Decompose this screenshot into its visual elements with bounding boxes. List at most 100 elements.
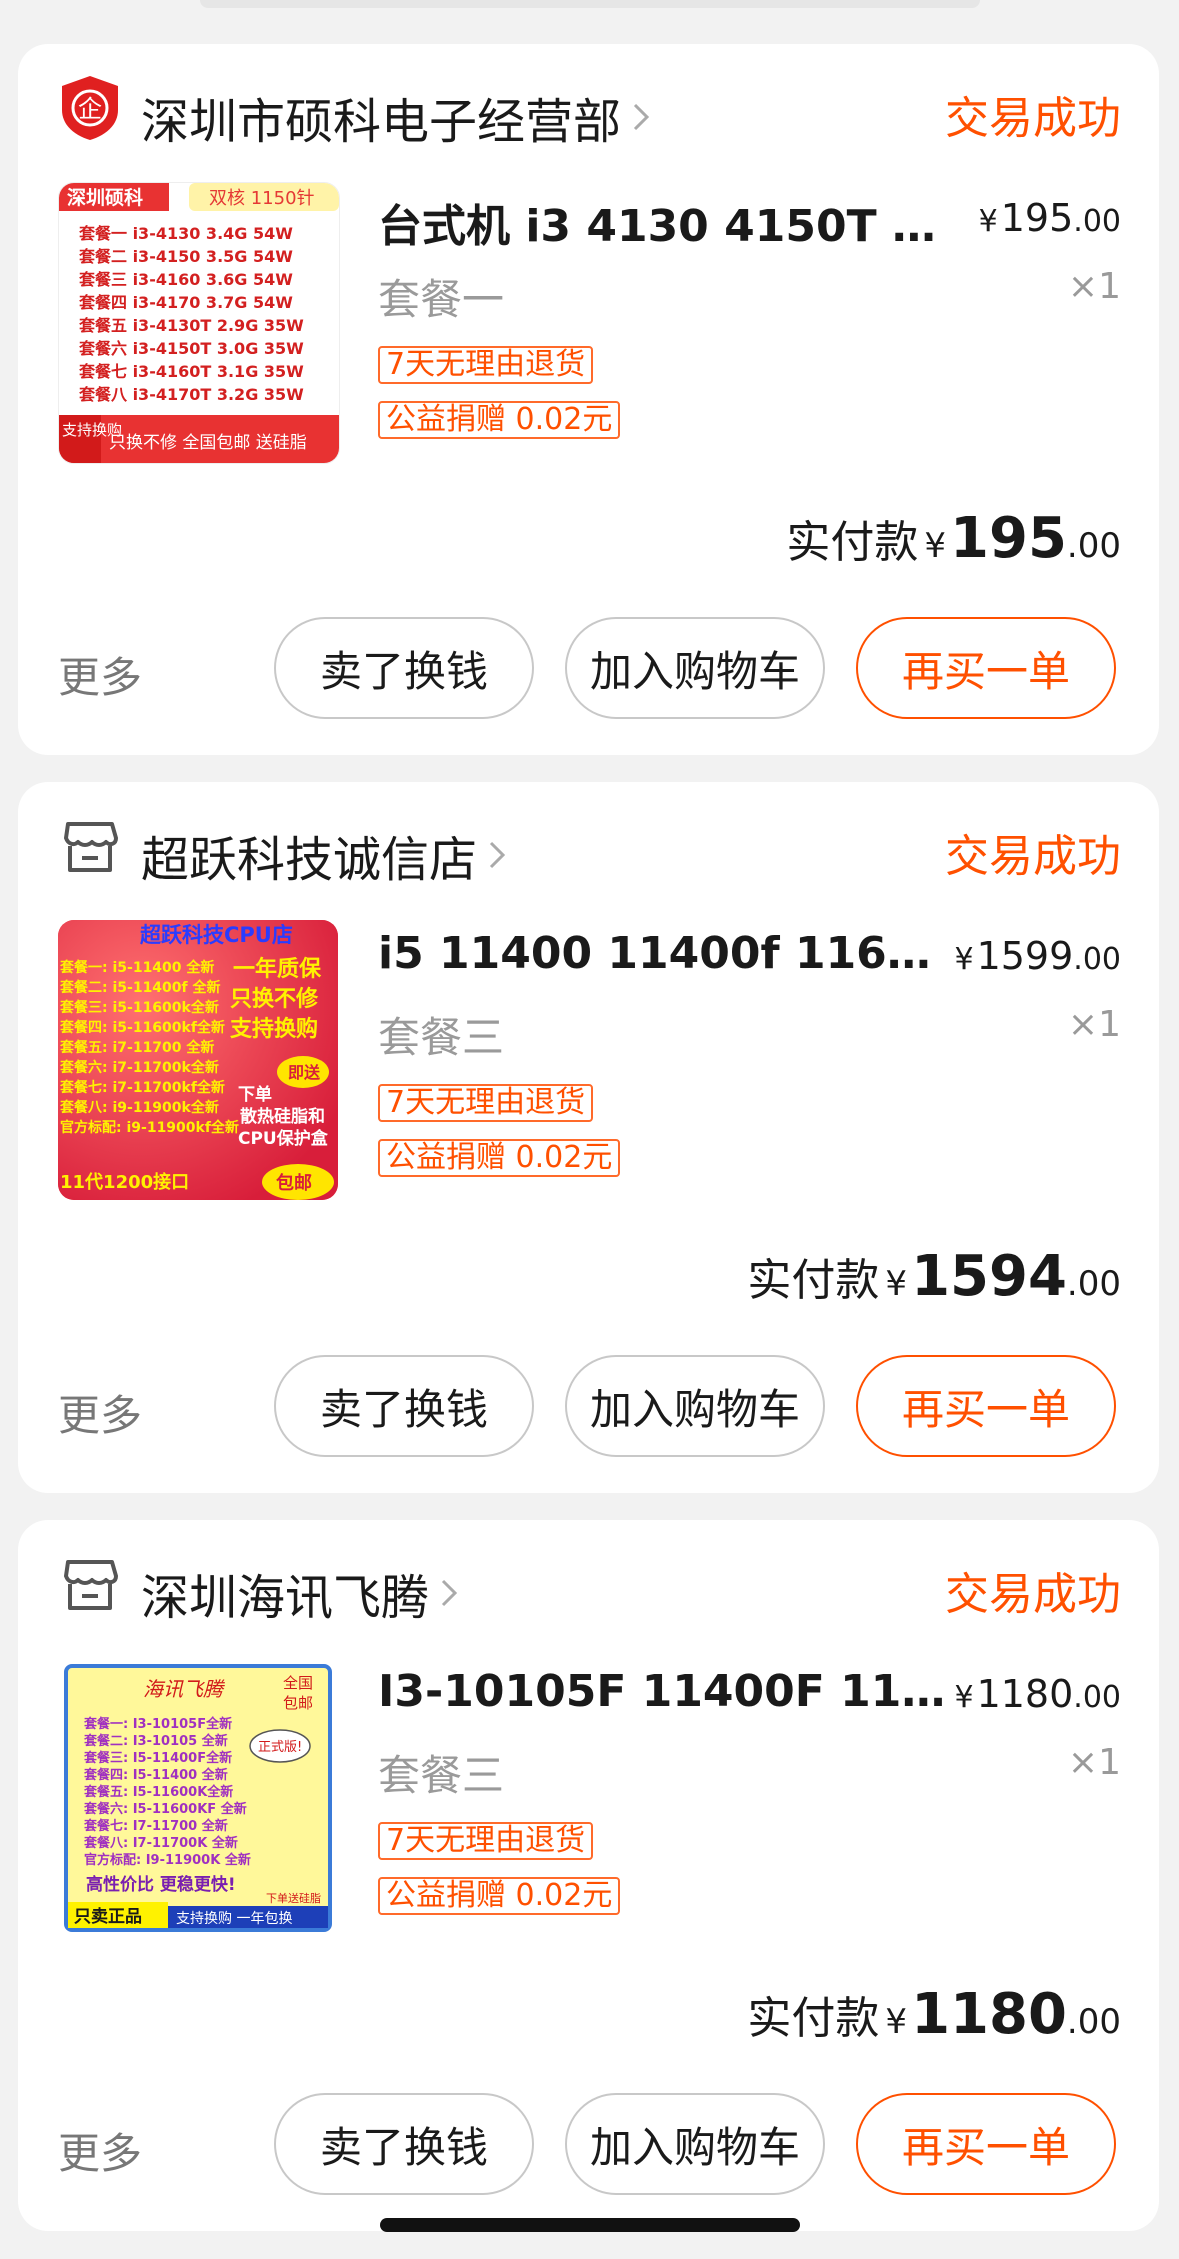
thumb-line: 套餐一: I3-10105F全新 (83, 1716, 232, 1732)
paid-amount: 实付款 ¥1180.00 (747, 1982, 1121, 2047)
thumb-footer-badge: 包邮 (276, 1172, 312, 1194)
store-icon (64, 822, 118, 872)
thumb-promo: 支持换购 (230, 1016, 318, 1042)
product-thumbnail[interactable]: 深圳硕科 双核 1150针 套餐一 i3-4130 3.4G 54W 套餐二 i… (58, 182, 340, 464)
thumb-line: 套餐八 i3-4170T 3.2G 35W (78, 385, 304, 404)
thumb-footer-left: 只卖正品 (74, 1906, 142, 1927)
thumb-line: 套餐五: I5-11600K全新 (83, 1784, 233, 1800)
order-card-2[interactable]: 超跃科技诚信店 交易成功 超跃科技CPU店 一年质保 只换不修 支持换购 套餐一… (18, 782, 1159, 1493)
quantity: ×1 (1067, 266, 1121, 307)
thumb-line: 官方标配: I9-11900K 全新 (84, 1852, 251, 1868)
thumb-header: 海讯飞腾 (143, 1677, 225, 1701)
more-button[interactable]: 更多 (58, 2120, 142, 2181)
paid-amount: 实付款 ¥1594.00 (747, 1244, 1121, 1309)
buy-again-button[interactable]: 再买一单 (856, 2093, 1116, 2195)
thumb-line: 套餐四 i3-4170 3.7G 54W (78, 293, 293, 312)
quantity: ×1 (1067, 1004, 1121, 1045)
charity-tag: 公益捐赠 0.02元 (378, 1139, 621, 1177)
thumb-line: 套餐七 i3-4160T 3.1G 35W (78, 362, 304, 381)
order-status: 交易成功 (945, 831, 1121, 882)
product-thumbnail[interactable]: 超跃科技CPU店 一年质保 只换不修 支持换购 套餐一: i5-11400 全新… (58, 920, 338, 1200)
thumb-badge: 即送 (288, 1063, 321, 1082)
product-title[interactable]: I3-10105F 11400F 11400 11600K (378, 1666, 948, 1717)
unit-price: ¥195.00 (978, 196, 1121, 240)
add-to-cart-button[interactable]: 加入购物车 (565, 2093, 825, 2195)
shop-name-link[interactable]: 深圳海讯飞腾 (141, 1558, 459, 1628)
thumb-line: 套餐八: i9-11900k全新 (60, 1099, 219, 1116)
thumb-footer-note: 下单送硅脂 (266, 1891, 321, 1905)
thumb-line: 官方标配: i9-11900kf全新 (60, 1119, 239, 1136)
charity-tag: 公益捐赠 0.02元 (378, 1877, 621, 1915)
chevron-right-icon (441, 1579, 458, 1607)
thumb-slogan: 高性价比 更稳更快! (86, 1874, 236, 1895)
thumb-corner: 全国 (283, 1674, 313, 1692)
thumb-header: 超跃科技CPU店 (140, 923, 293, 947)
product-variant: 套餐一 (378, 275, 505, 324)
thumb-line: 套餐三: i5-11600k全新 (60, 999, 219, 1016)
thumb-promo: 一年质保 (233, 956, 322, 982)
product-title[interactable]: i5 11400 11400f 11600k 11600kf (378, 928, 948, 979)
thumb-line: 套餐二 i3-4150 3.5G 54W (78, 247, 293, 266)
sell-button[interactable]: 卖了换钱 (274, 617, 534, 719)
thumb-footer-text: 11代1200接口 (60, 1171, 189, 1193)
thumb-footer-text: 只换不修 全国包邮 送硅脂 (109, 433, 307, 453)
quantity: ×1 (1067, 1742, 1121, 1783)
shop-name-link[interactable]: 超跃科技诚信店 (141, 820, 507, 890)
shop-name: 深圳海讯飞腾 (141, 1570, 430, 1626)
thumb-badge: 正式版! (258, 1740, 302, 1755)
paid-amount: 实付款 ¥195.00 (786, 506, 1121, 571)
thumb-line: 套餐一: i5-11400 全新 (60, 959, 214, 976)
sell-button[interactable]: 卖了换钱 (274, 2093, 534, 2195)
more-button[interactable]: 更多 (58, 1382, 142, 1443)
svg-text:企: 企 (78, 95, 102, 123)
chevron-right-icon (489, 841, 506, 869)
buy-again-button[interactable]: 再买一单 (856, 1355, 1116, 1457)
shop-name: 超跃科技诚信店 (141, 832, 478, 888)
thumb-line: 套餐七: I7-11700 全新 (83, 1818, 228, 1834)
order-card-1[interactable]: 企 深圳市硕科电子经营部 交易成功 深圳硕科 双核 1150针 套餐一 i3-4… (18, 44, 1159, 755)
add-to-cart-button[interactable]: 加入购物车 (565, 1355, 825, 1457)
thumb-line: 套餐一 i3-4130 3.4G 54W (78, 224, 293, 243)
shop-name-link[interactable]: 深圳市硕科电子经营部 (141, 82, 651, 152)
product-variant: 套餐三 (378, 1751, 505, 1800)
store-icon (64, 1560, 118, 1610)
order-status: 交易成功 (945, 1569, 1121, 1620)
thumb-line: 套餐三: I5-11400F全新 (83, 1750, 232, 1766)
thumb-line: 套餐三 i3-4160 3.6G 54W (78, 270, 293, 289)
product-title[interactable]: 台式机 i3 4130 4150T 4170 4160T (378, 190, 948, 254)
thumb-corner: 包邮 (283, 1694, 313, 1712)
thumb-header-right: 双核 1150针 (209, 188, 315, 209)
chevron-right-icon (633, 103, 650, 131)
thumb-line: 套餐八: I7-11700K 全新 (83, 1835, 238, 1851)
thumb-line: 套餐六 i3-4150T 3.0G 35W (78, 339, 304, 358)
thumb-promo: 只换不修 (230, 986, 319, 1012)
product-thumbnail[interactable]: 海讯飞腾 全国 包邮 正式版! 套餐一: I3-10105F全新 套餐二: I3… (58, 1658, 338, 1938)
thumb-gift: CPU保护盒 (238, 1128, 329, 1149)
shop-name: 深圳市硕科电子经营部 (141, 94, 622, 150)
unit-price: ¥1180.00 (954, 1672, 1121, 1716)
previous-card-edge (200, 0, 980, 8)
thumb-line: 套餐四: I5-11400 全新 (83, 1767, 228, 1783)
return-policy-tag: 7天无理由退货 (378, 1084, 594, 1122)
add-to-cart-button[interactable]: 加入购物车 (565, 617, 825, 719)
return-policy-tag: 7天无理由退货 (378, 1822, 594, 1860)
order-card-3[interactable]: 深圳海讯飞腾 交易成功 海讯飞腾 全国 包邮 正式版! 套餐一: I3-1010… (18, 1520, 1159, 2231)
enterprise-seal-icon: 企 (62, 76, 118, 140)
return-policy-tag: 7天无理由退货 (378, 346, 594, 384)
unit-price: ¥1599.00 (954, 934, 1121, 978)
thumb-line: 套餐六: i7-11700k全新 (60, 1059, 219, 1076)
product-variant: 套餐三 (378, 1013, 505, 1062)
charity-tag: 公益捐赠 0.02元 (378, 401, 621, 439)
order-status: 交易成功 (945, 93, 1121, 144)
thumb-line: 套餐二: i5-11400f 全新 (60, 979, 221, 996)
thumb-footer-right: 支持换购 一年包换 (176, 1910, 292, 1927)
thumb-line: 套餐四: i5-11600kf全新 (60, 1019, 225, 1036)
buy-again-button[interactable]: 再买一单 (856, 617, 1116, 719)
more-button[interactable]: 更多 (58, 644, 142, 705)
thumb-line: 套餐七: i7-11700kf全新 (60, 1079, 225, 1096)
sell-button[interactable]: 卖了换钱 (274, 1355, 534, 1457)
thumb-line: 套餐六: I5-11600KF 全新 (83, 1801, 247, 1817)
thumb-gift: 下单 (238, 1084, 272, 1105)
home-indicator[interactable] (380, 2218, 800, 2232)
thumb-line: 套餐五 i3-4130T 2.9G 35W (78, 316, 304, 335)
